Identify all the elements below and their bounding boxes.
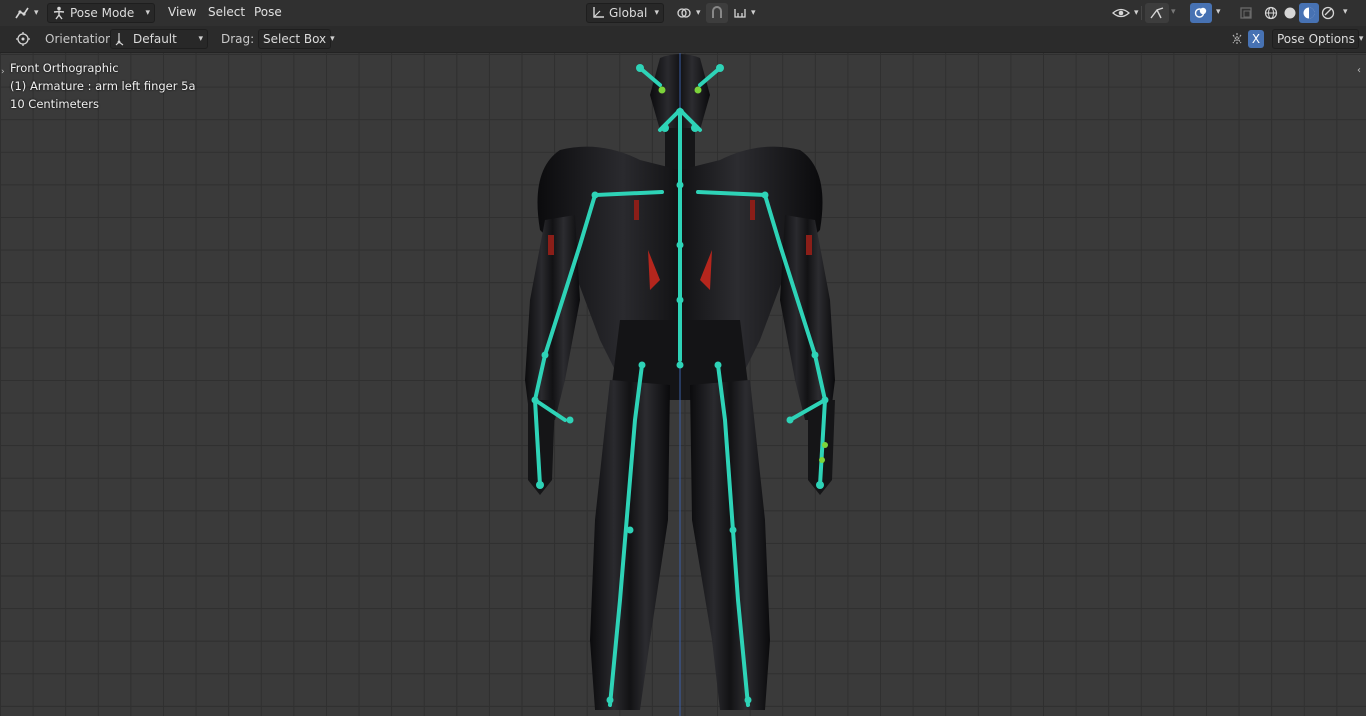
editor-type-button[interactable]: ▾ xyxy=(10,3,43,23)
viewport-header: ▾ Pose Mode ▾ View Select Pose Global ▾ … xyxy=(0,0,1366,26)
default-orientation-icon xyxy=(115,32,129,46)
snap-increment-icon xyxy=(733,6,747,20)
tool-settings-bar: Orientation: Default ▾ Drag: Select Box … xyxy=(0,26,1366,53)
visibility-eye-icon xyxy=(1112,6,1130,20)
x-axis-label: X xyxy=(1251,32,1261,46)
chevron-down-icon: ▾ xyxy=(751,8,756,18)
chevron-down-icon: ▾ xyxy=(34,8,39,18)
wireframe-shading-button[interactable] xyxy=(1261,3,1281,23)
chevron-right-icon[interactable]: › xyxy=(1,67,5,77)
pose-options-dropdown[interactable]: Pose Options ▾ xyxy=(1272,29,1363,49)
active-tool-button[interactable] xyxy=(12,29,34,49)
chevron-down-icon: ▾ xyxy=(1358,34,1364,44)
snap-toggle[interactable] xyxy=(706,3,728,23)
menu-pose[interactable]: Pose xyxy=(254,5,282,19)
orientation-label: Global xyxy=(609,6,648,20)
pivot-point-dropdown[interactable]: ▾ xyxy=(672,3,705,23)
gizmo-icon xyxy=(1149,6,1165,20)
xray-toggle[interactable] xyxy=(1236,3,1256,23)
orientation-dropdown[interactable]: Default ▾ xyxy=(110,29,208,49)
select-tool-icon xyxy=(15,31,31,47)
transform-orientation-dropdown[interactable]: Global ▾ xyxy=(586,3,664,23)
x-axis-mirror-button[interactable]: X xyxy=(1248,30,1264,48)
solid-shading-icon xyxy=(1283,6,1297,20)
solid-shading-button[interactable] xyxy=(1280,3,1300,23)
separator xyxy=(1141,6,1142,20)
chevron-down-icon[interactable]: ▾ xyxy=(1343,7,1348,17)
xray-icon xyxy=(1239,6,1253,20)
grid-scale: 10 Centimeters xyxy=(10,97,99,111)
view-name: Front Orthographic xyxy=(10,61,119,75)
material-shading-button[interactable] xyxy=(1299,3,1319,23)
snap-icon xyxy=(710,6,724,20)
drag-dropdown[interactable]: Select Box ▾ xyxy=(258,29,335,49)
pose-options-label: Pose Options xyxy=(1277,32,1355,46)
chevron-down-icon: ▾ xyxy=(1171,7,1176,17)
overlay-icon xyxy=(1194,6,1208,20)
orientation-field-label: Orientation: xyxy=(45,32,117,46)
transform-pivot-icon xyxy=(676,6,692,20)
armature-editor-icon xyxy=(14,6,30,20)
chevron-down-icon: ▾ xyxy=(1216,7,1221,17)
chevron-down-icon: ▾ xyxy=(654,8,659,18)
orientation-value: Default xyxy=(133,32,177,46)
pose-mode-icon xyxy=(52,6,66,20)
visibility-dropdown[interactable]: ▾ xyxy=(1108,3,1143,23)
orientation-axis-icon xyxy=(591,6,605,20)
mode-dropdown[interactable]: Pose Mode ▾ xyxy=(47,3,155,23)
drag-field-label: Drag: xyxy=(221,32,255,46)
3d-viewport[interactable]: Front Orthographic (1) Armature : arm le… xyxy=(0,53,1366,716)
rendered-shading-button[interactable] xyxy=(1318,3,1338,23)
menu-select[interactable]: Select xyxy=(208,5,245,19)
wireframe-shading-icon xyxy=(1264,6,1278,20)
mirror-toggle[interactable] xyxy=(1227,29,1247,49)
snap-target-dropdown[interactable]: ▾ xyxy=(729,3,760,23)
chevron-down-icon: ▾ xyxy=(198,34,203,44)
mode-label: Pose Mode xyxy=(70,6,135,20)
chevron-down-icon: ▾ xyxy=(696,8,701,18)
mirror-icon xyxy=(1230,32,1244,46)
overlay-toggle[interactable] xyxy=(1190,3,1212,23)
material-shading-icon xyxy=(1302,6,1316,20)
chevron-down-icon: ▾ xyxy=(1134,8,1139,18)
chevron-down-icon: ▾ xyxy=(330,34,335,44)
object-info: (1) Armature : arm left finger 5a xyxy=(10,79,196,93)
menu-view[interactable]: View xyxy=(168,5,196,19)
chevron-down-icon: ▾ xyxy=(145,8,150,18)
gizmo-toggle[interactable] xyxy=(1145,3,1169,23)
drag-value: Select Box xyxy=(263,32,327,46)
chevron-left-icon[interactable]: ‹ xyxy=(1357,65,1361,76)
robot-model xyxy=(525,53,835,716)
rendered-shading-icon xyxy=(1321,6,1335,20)
